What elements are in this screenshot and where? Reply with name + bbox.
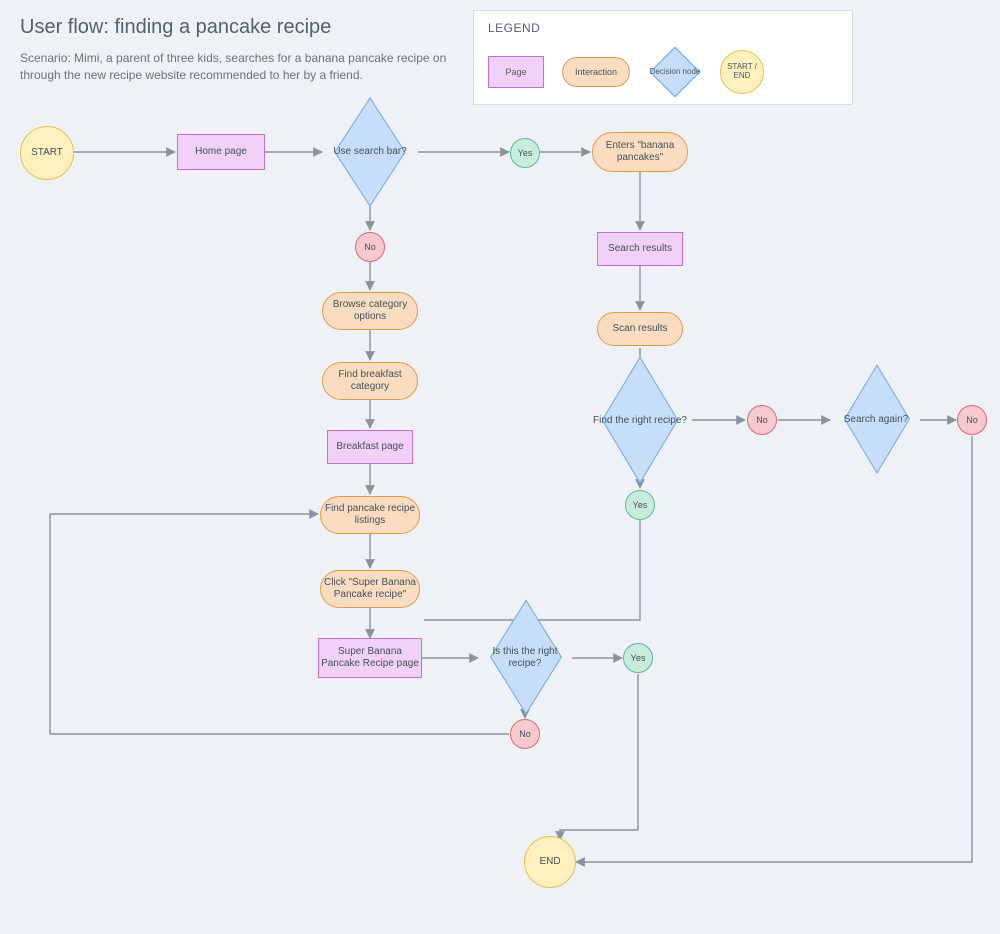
node-browse-category: Browse category options: [322, 292, 418, 330]
node-end: END: [524, 836, 576, 888]
node-yes-final: Yes: [623, 643, 653, 673]
legend-panel: LEGEND Page Interaction Decision node ST…: [473, 10, 853, 105]
node-find-pancake: Find pancake recipe listings: [320, 496, 420, 534]
legend-decision: Decision node: [648, 45, 702, 99]
legend-page: Page: [488, 56, 544, 88]
node-no-final: No: [510, 719, 540, 749]
node-breakfast-page: Breakfast page: [327, 430, 413, 464]
legend-startend: START / END: [720, 50, 764, 94]
node-scan-results: Scan results: [597, 312, 683, 346]
node-no-search: No: [355, 232, 385, 262]
node-yes-recipe: Yes: [625, 490, 655, 520]
node-no-search-again: No: [957, 405, 987, 435]
legend-heading: LEGEND: [488, 21, 838, 35]
node-yes-search: Yes: [510, 138, 540, 168]
node-find-breakfast: Find breakfast category: [322, 362, 418, 400]
node-home-page: Home page: [177, 134, 265, 170]
node-use-search-bar: Use search bar?: [323, 122, 417, 182]
node-start: START: [20, 126, 74, 180]
scenario-text: Scenario: Mimi, a parent of three kids, …: [20, 50, 450, 84]
node-find-right-recipe: Find the right recipe?: [584, 390, 696, 452]
node-is-right-recipe: Is this the right recipe?: [478, 628, 572, 688]
node-enters-banana: Enters "banana pancakes": [592, 132, 688, 172]
title: User flow: finding a pancake recipe: [20, 16, 331, 39]
node-search-again: Search again?: [830, 392, 922, 448]
node-super-page: Super Banana Pancake Recipe page: [318, 638, 422, 678]
arrows: [0, 0, 1000, 934]
node-search-results: Search results: [597, 232, 683, 266]
node-no-recipe: No: [747, 405, 777, 435]
flow-canvas: User flow: finding a pancake recipe Scen…: [0, 0, 1000, 934]
legend-interaction: Interaction: [562, 57, 630, 87]
node-click-super: Click "Super Banana Pancake recipe": [320, 570, 420, 608]
